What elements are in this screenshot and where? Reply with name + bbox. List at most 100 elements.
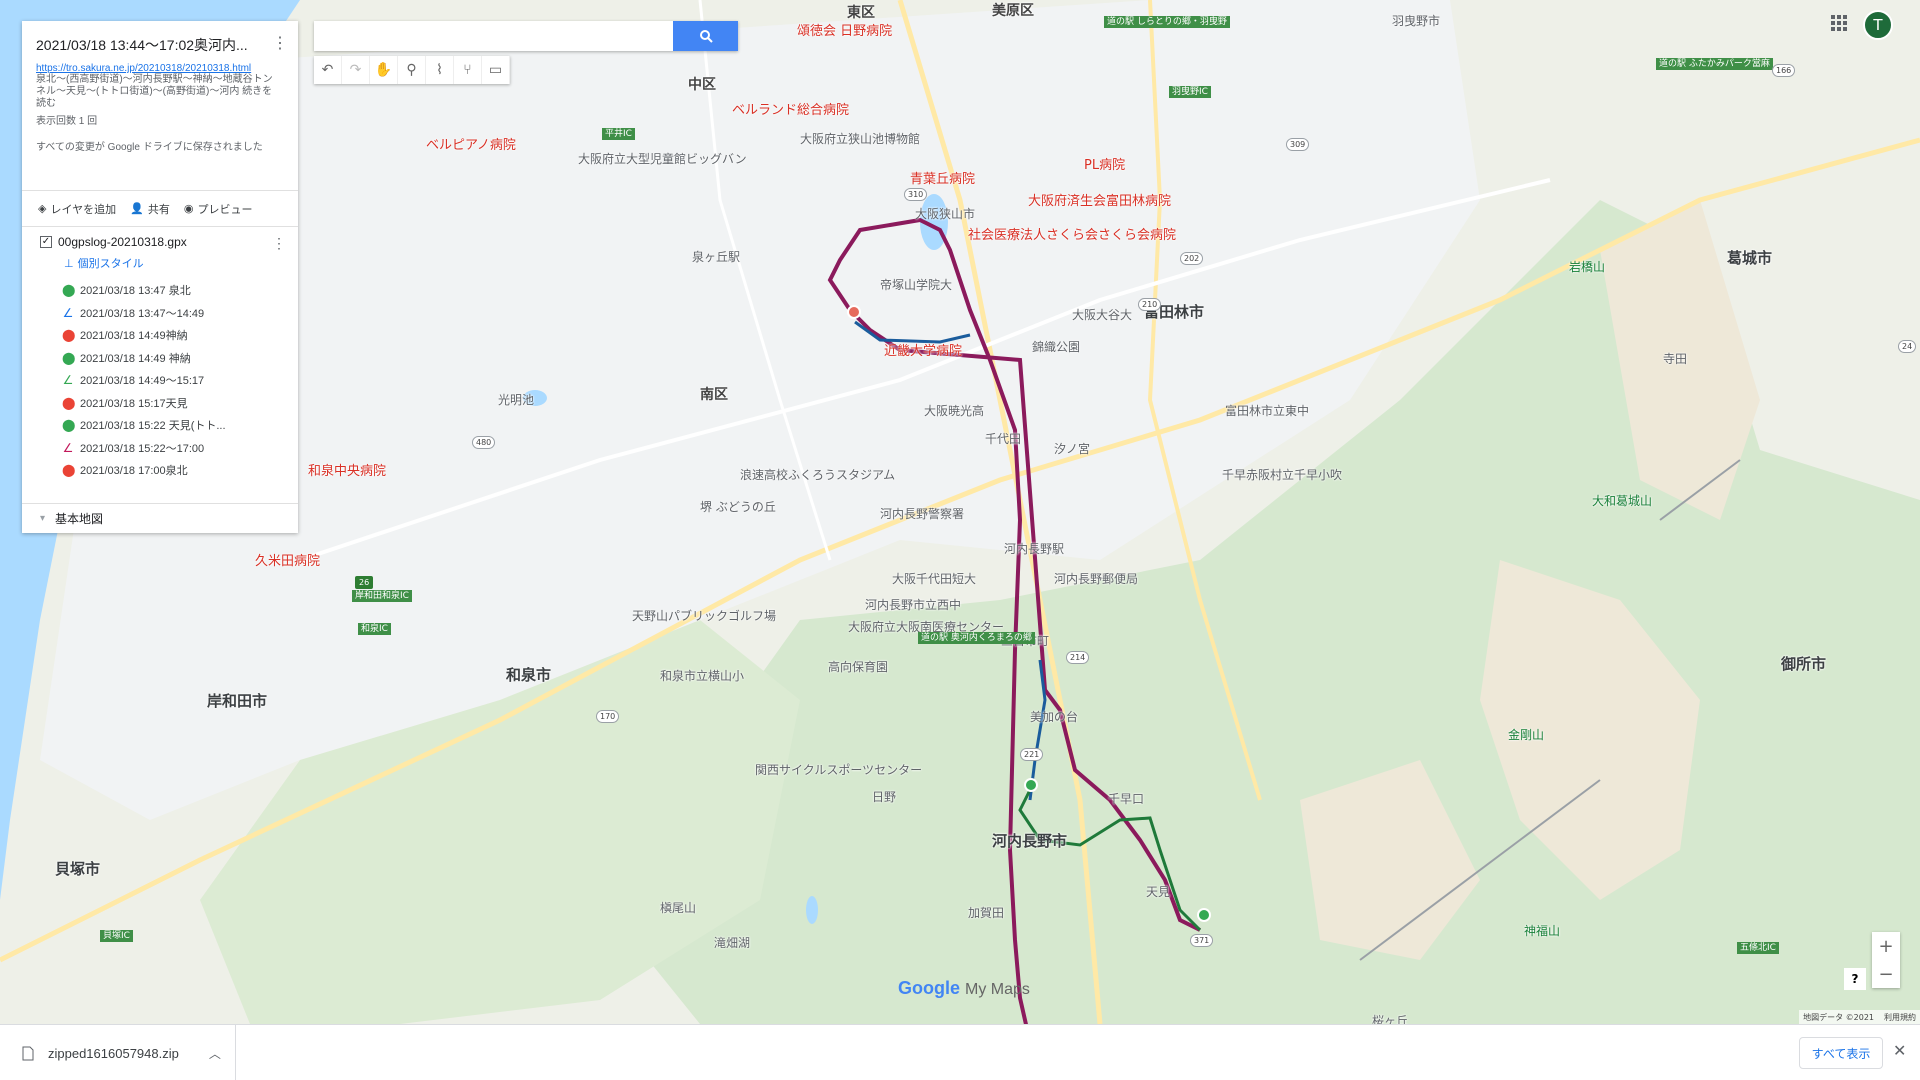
poi-label[interactable]: 大阪府立狭山池博物館 <box>800 130 920 147</box>
poi-label[interactable]: 高向保育園 <box>828 658 888 675</box>
route-pin-red[interactable] <box>847 305 861 319</box>
michi-no-eki-label[interactable]: 道の駅 ふたかみパーク當麻 <box>1656 58 1773 70</box>
hospital-label[interactable]: 頌徳会 日野病院 <box>797 20 892 39</box>
poi-label[interactable]: 千代田 <box>985 430 1021 447</box>
preview-button[interactable]: ◉ プレビュー <box>184 201 253 217</box>
feature-item[interactable]: ∠ 2021/03/18 14:49～15:17 <box>40 369 298 392</box>
poi-label[interactable]: 大阪大谷大 <box>1072 306 1132 323</box>
layer-style-link[interactable]: ⊥ 個別スタイル <box>64 255 298 271</box>
close-icon[interactable]: ✕ <box>1893 1041 1906 1061</box>
marker-icon[interactable]: ⚲ <box>398 56 426 84</box>
hospital-label[interactable]: 大阪府済生会富田林病院 <box>1028 190 1171 209</box>
poi-label[interactable]: 金剛山 <box>1508 726 1544 743</box>
poi-label[interactable]: 汐ノ宮 <box>1054 440 1090 457</box>
hospital-label[interactable]: ベルピアノ病院 <box>426 134 516 153</box>
feature-item[interactable]: ⬤ 2021/03/18 17:00泉北 <box>40 459 298 482</box>
ic-label[interactable]: 羽曳野IC <box>1169 86 1211 98</box>
poi-label[interactable]: 千早赤阪村立千早小吹 <box>1222 466 1342 483</box>
hand-icon[interactable]: ✋ <box>370 56 398 84</box>
poi-label[interactable]: 桜ヶ丘 <box>1372 1012 1408 1024</box>
poi-label[interactable]: 美加の台 <box>1030 708 1078 725</box>
feature-item[interactable]: ⬤ 2021/03/18 15:17天見 <box>40 392 298 415</box>
route-pin-green[interactable] <box>1024 778 1038 792</box>
poi-label[interactable]: 河内長野警察署 <box>880 505 964 522</box>
ic-label[interactable]: 平井IC <box>602 128 635 140</box>
poi-label[interactable]: 堺 ぶどうの丘 <box>700 498 776 515</box>
ic-label[interactable]: 和泉IC <box>358 623 391 635</box>
poi-label[interactable]: 大阪千代田短大 <box>892 570 976 587</box>
poi-label[interactable]: 羽曳野市 <box>1392 12 1440 29</box>
share-button[interactable]: 👤 共有 <box>130 201 170 217</box>
poi-label[interactable]: 大阪狭山市 <box>915 205 975 222</box>
feature-item[interactable]: ∠ 2021/03/18 13:47～14:49 <box>40 302 298 325</box>
poi-label[interactable]: 滝畑湖 <box>714 934 750 951</box>
layer-checkbox[interactable]: ✓ <box>40 236 52 248</box>
hospital-label[interactable]: 和泉中央病院 <box>308 460 386 479</box>
keyboard-help-button[interactable]: ? <box>1844 968 1866 990</box>
layer-more-vert-icon[interactable]: ⋮ <box>272 235 286 252</box>
poi-label[interactable]: 神福山 <box>1524 922 1560 939</box>
hospital-label[interactable]: PL病院 <box>1084 154 1125 173</box>
download-item[interactable]: zipped1616057948.zip ︿ <box>0 1025 236 1080</box>
basemap-selector[interactable]: ▾ 基本地図 <box>22 503 298 533</box>
poi-label[interactable]: 光明池 <box>498 391 534 408</box>
poi-label[interactable]: 千早口 <box>1108 790 1144 807</box>
poi-label[interactable]: 河内長野駅 <box>1004 540 1064 557</box>
poi-label[interactable]: 大阪府立大型児童館ビッグバン <box>578 150 747 167</box>
zoom-in-button[interactable]: + <box>1872 932 1900 960</box>
hospital-label[interactable]: ベルランド総合病院 <box>732 99 849 118</box>
poi-label[interactable]: 関西サイクルスポーツセンター <box>755 761 922 778</box>
poi-label[interactable]: 寺田 <box>1663 350 1687 367</box>
show-all-button[interactable]: すべて表示 <box>1799 1037 1883 1069</box>
add-layer-button[interactable]: ◈ レイヤを追加 <box>38 201 116 217</box>
undo-icon[interactable]: ↶ <box>314 56 342 84</box>
ic-label[interactable]: 五條北IC <box>1737 942 1779 954</box>
draw-line-icon[interactable]: ⌇ <box>426 56 454 84</box>
poi-label[interactable]: 大和葛城山 <box>1592 492 1652 509</box>
poi-label[interactable]: 加賀田 <box>968 904 1004 921</box>
search-input[interactable] <box>314 21 674 51</box>
poi-label[interactable]: 錦織公園 <box>1032 338 1080 355</box>
poi-label[interactable]: 泉ヶ丘駅 <box>692 248 740 265</box>
chevron-up-icon[interactable]: ︿ <box>209 1045 221 1062</box>
feature-item[interactable]: ⬤ 2021/03/18 15:22 天見(トト... <box>40 414 298 437</box>
feature-item[interactable]: ∠ 2021/03/18 15:22～17:00 <box>40 437 298 460</box>
poi-label[interactable]: 日野 <box>872 788 896 805</box>
map-title[interactable]: 2021/03/18 13:44～17:02奥河内... <box>36 35 264 55</box>
poi-label[interactable]: 帝塚山学院大 <box>880 276 952 293</box>
hospital-label[interactable]: 青葉丘病院 <box>910 168 975 187</box>
poi-label[interactable]: 和泉市立横山小 <box>660 667 744 684</box>
more-vert-icon[interactable]: ⋮ <box>272 33 288 53</box>
michi-no-eki-label[interactable]: 道の駅 しらとりの郷・羽曳野 <box>1104 16 1230 28</box>
feature-item[interactable]: ⬤ 2021/03/18 14:49 神納 <box>40 347 298 370</box>
poi-label[interactable]: 河内長野郵便局 <box>1054 570 1138 587</box>
hospital-label[interactable]: 社会医療法人さくら会さくら会病院 <box>968 224 1176 243</box>
poi-label[interactable]: 浪速高校ふくろうスタジアム <box>740 466 895 483</box>
feature-item[interactable]: ⬤ 2021/03/18 13:47 泉北 <box>40 279 298 302</box>
poi-label[interactable]: 天見 <box>1146 883 1170 900</box>
poi-label[interactable]: 河内長野市立西中 <box>865 596 961 613</box>
zoom-out-button[interactable]: − <box>1872 960 1900 988</box>
route-pin-green[interactable] <box>1197 908 1211 922</box>
poi-label[interactable]: 天野山パブリックゴルフ場 <box>632 607 776 624</box>
feature-item[interactable]: ⬤ 2021/03/18 14:49神納 <box>40 324 298 347</box>
map-description-link[interactable]: https://tro.sakura.ne.jp/20210318/202103… <box>36 63 284 74</box>
ic-label[interactable]: 岸和田和泉IC <box>352 590 412 602</box>
map-description[interactable]: 泉北～(西高野街道)～河内長野駅～神納～地蔵谷トンネル～天見～(トトロ街道)～(… <box>36 74 281 110</box>
directions-icon[interactable]: ⑂ <box>454 56 482 84</box>
ic-label[interactable]: 貝塚IC <box>100 930 133 942</box>
terms-link[interactable]: 利用規約 <box>1884 1012 1916 1022</box>
poi-label[interactable]: 大阪暁光高 <box>924 402 984 419</box>
search-button[interactable] <box>673 21 738 51</box>
hospital-label[interactable]: 近畿大学病院 <box>884 340 962 359</box>
michi-no-eki-label[interactable]: 道の駅 奥河内くろまろの郷 <box>918 632 1035 644</box>
hospital-label[interactable]: 久米田病院 <box>255 550 320 569</box>
account-avatar[interactable]: T <box>1863 10 1893 40</box>
poi-label[interactable]: 岩橋山 <box>1569 258 1605 275</box>
apps-grid-icon[interactable] <box>1830 14 1848 32</box>
poi-label[interactable]: 槇尾山 <box>660 899 696 916</box>
redo-icon[interactable]: ↷ <box>342 56 370 84</box>
layer-name[interactable]: 00gpslog-20210318.gpx <box>58 235 187 249</box>
poi-label[interactable]: 富田林市立東中 <box>1225 402 1309 419</box>
ruler-icon[interactable]: ▭ <box>482 56 510 84</box>
